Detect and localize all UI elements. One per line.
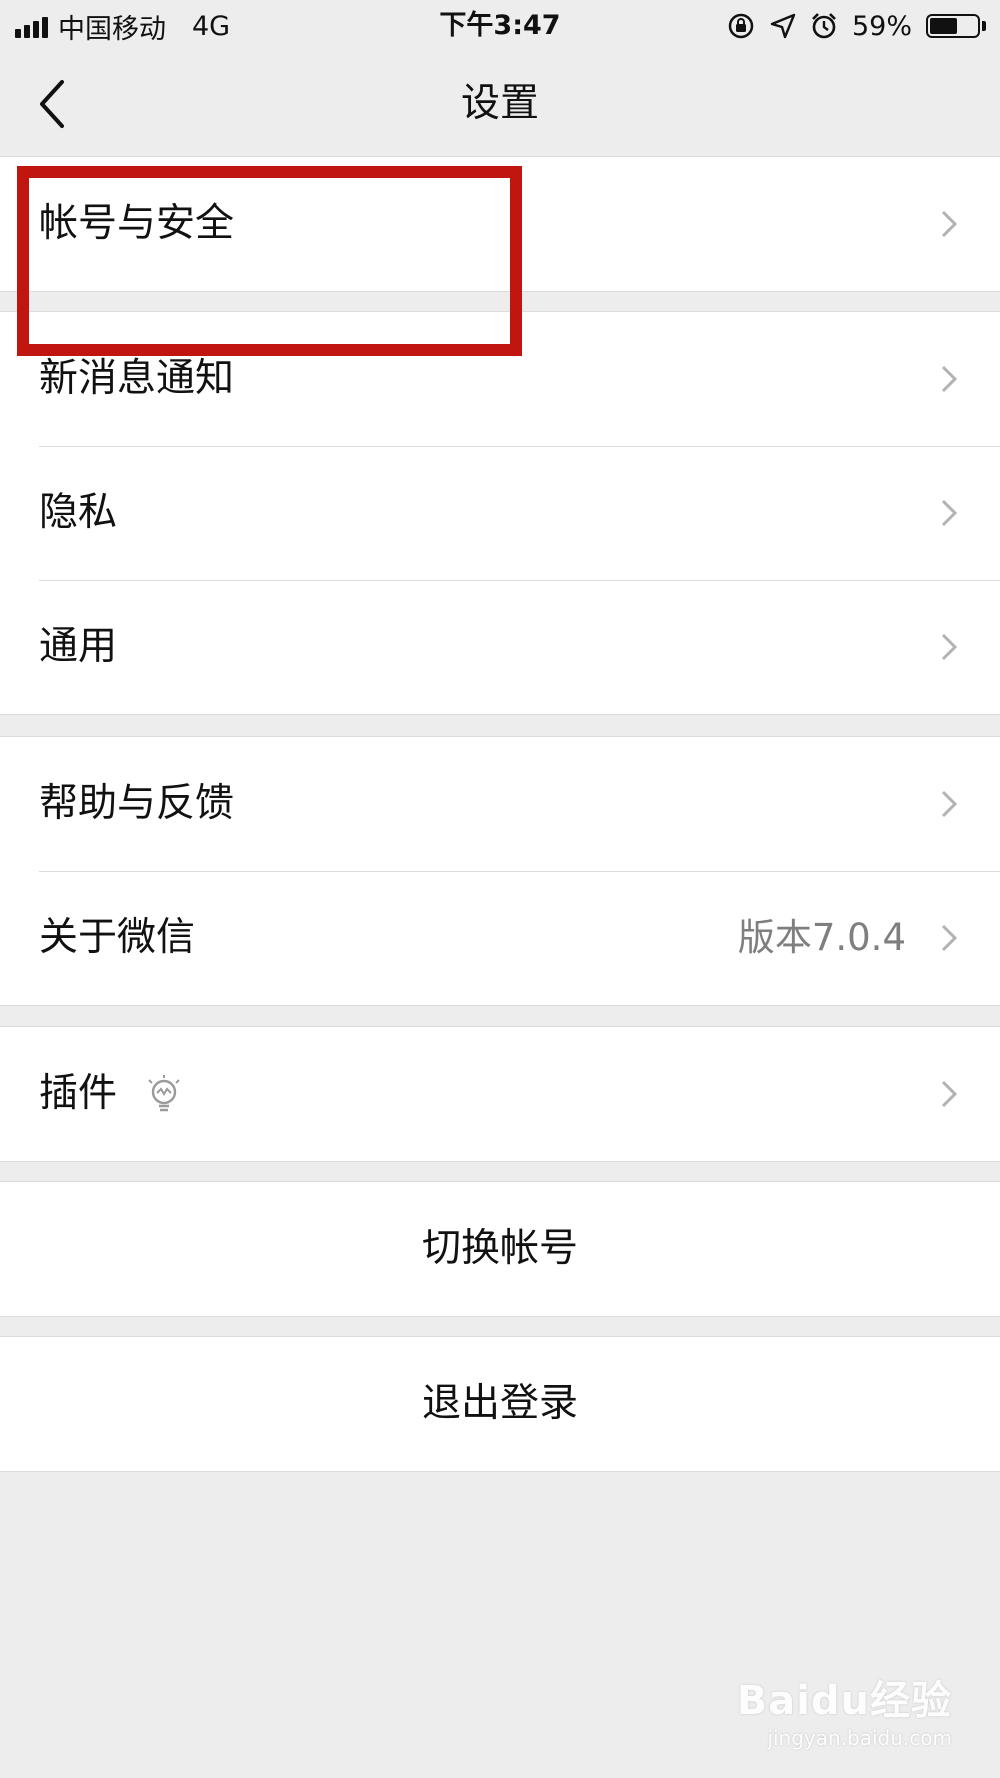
watermark: Baidu经验 jingyan.baidu.com [737,1668,952,1750]
alarm-icon [812,13,836,39]
logout-label: 退出登录 [421,1381,578,1426]
settings-item-label: 隐私 [39,490,118,535]
version-value: 版本7.0.4 [737,916,906,959]
chevron-right-icon [941,633,958,661]
help-group: 帮助与反馈 关于微信 版本7.0.4 [0,736,1000,1006]
settings-item-label: 新消息通知 [39,356,235,401]
settings-item-label: 通用 [39,624,118,669]
chevron-right-icon [941,210,958,238]
settings-item-notifications[interactable]: 新消息通知 [0,312,1000,446]
general-group: 新消息通知 隐私 通用 [0,311,1000,715]
page-title: 设置 [460,81,539,126]
status-bar: 中国移动 4G 下午3:47 59% [0,0,1000,52]
settings-item-about[interactable]: 关于微信 版本7.0.4 [0,871,1000,1005]
logout-group: 退出登录 [0,1336,1000,1472]
settings-item-privacy[interactable]: 隐私 [0,446,1000,580]
settings-item-help-feedback[interactable]: 帮助与反馈 [0,737,1000,871]
nav-bar: 设置 [0,52,1000,156]
switch-account-group: 切换帐号 [0,1181,1000,1317]
rotation-lock-icon [728,13,754,39]
settings-item-plugins[interactable]: 插件 [0,1027,1000,1161]
settings-item-label: 关于微信 [39,915,196,960]
plugins-group: 插件 [0,1026,1000,1162]
location-icon [770,13,796,39]
battery-percent: 59% [851,10,912,42]
settings-item-label: 帮助与反馈 [39,781,235,826]
switch-account-label: 切换帐号 [421,1226,578,1271]
watermark-logo: Baidu经验 [736,1678,952,1724]
settings-item-general[interactable]: 通用 [0,580,1000,714]
status-right: 59% [726,6,986,46]
logout-button[interactable]: 退出登录 [0,1337,1000,1471]
battery-icon [926,14,986,38]
lightbulb-icon [148,1075,180,1112]
settings-item-account-security[interactable]: 帐号与安全 [0,157,1000,291]
settings-item-label: 插件 [39,1071,118,1116]
chevron-right-icon [941,1080,958,1108]
chevron-right-icon [941,790,958,818]
chevron-right-icon [941,499,958,527]
chevron-right-icon [941,365,958,393]
switch-account-button[interactable]: 切换帐号 [0,1182,1000,1316]
chevron-right-icon [941,924,958,952]
watermark-url: jingyan.baidu.com [767,1726,952,1750]
settings-item-label: 帐号与安全 [39,201,235,246]
account-group: 帐号与安全 [0,156,1000,292]
